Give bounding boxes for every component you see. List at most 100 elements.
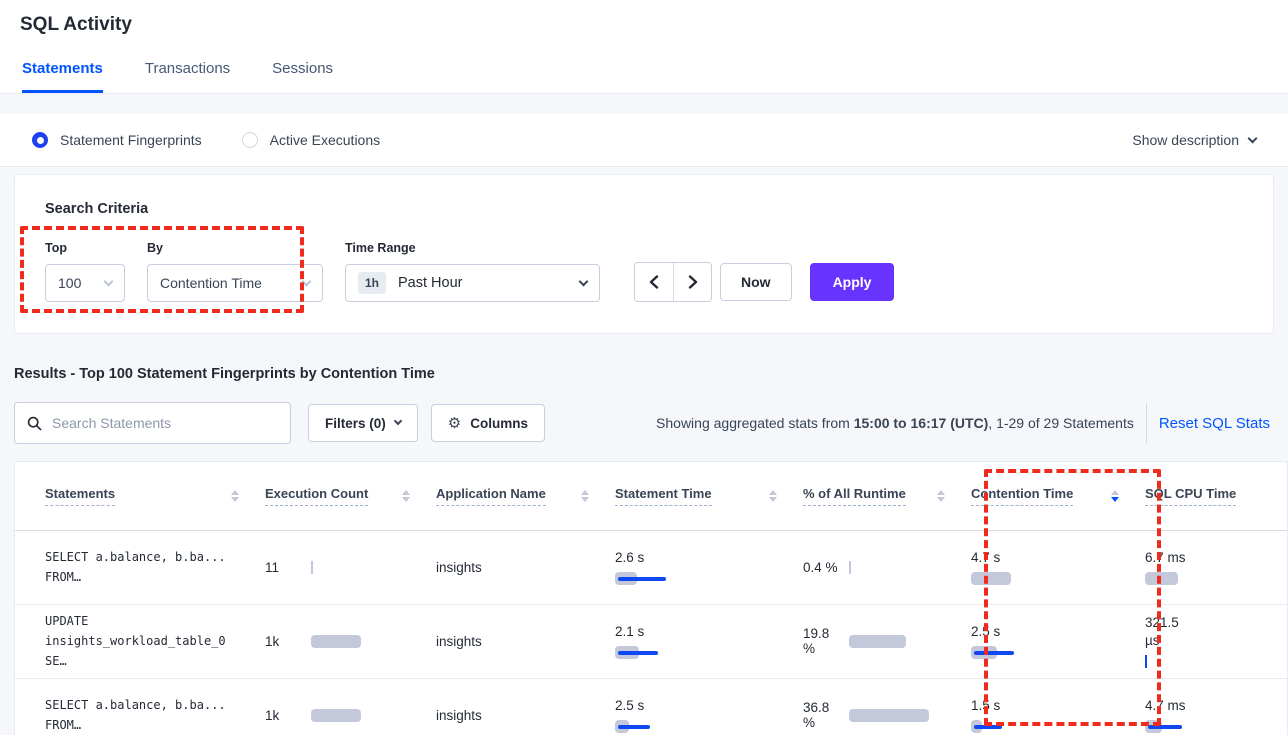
bar-tick (311, 561, 313, 574)
filters-button[interactable]: Filters (0) (308, 404, 418, 442)
sort-toggle-icon[interactable] (402, 490, 410, 502)
column-header: Statements (15, 462, 265, 530)
value-with-bar: 1k (265, 708, 416, 723)
sort-toggle-icon[interactable] (1111, 490, 1119, 502)
tab-bar: Statements Transactions Sessions (20, 60, 1268, 93)
by-select-value: Contention Time (160, 275, 262, 291)
cell-value: 36.8 % (803, 700, 845, 730)
bar-gray (311, 635, 361, 648)
top-select[interactable]: 100 (45, 264, 125, 302)
chevron-down-icon (302, 276, 312, 286)
contention-time-cell: 2.5 s (971, 604, 1145, 678)
cell-value: insights (436, 634, 482, 649)
column-header: SQL CPU Time (1145, 462, 1287, 530)
value-with-bar: 2.5 s (615, 697, 783, 733)
value-bar (311, 635, 416, 648)
by-select[interactable]: Contention Time (147, 264, 323, 302)
statement-time-cell: 2.6 s (615, 530, 803, 604)
bar-blue (1148, 725, 1182, 729)
tab-transactions[interactable]: Transactions (145, 60, 230, 93)
columns-button[interactable]: ⚙ Columns (431, 404, 545, 442)
table-header-row: StatementsExecution CountApplication Nam… (15, 462, 1287, 530)
column-header-label: Statement Time (615, 486, 712, 506)
prev-time-button[interactable] (635, 263, 673, 301)
value-bar (971, 720, 1125, 733)
radio-statement-fingerprints-label: Statement Fingerprints (60, 132, 202, 148)
cell-value: 4.7 ms (1145, 697, 1186, 715)
statements-table: StatementsExecution CountApplication Nam… (15, 462, 1287, 735)
sort-toggle-icon[interactable] (769, 490, 777, 502)
value-bar (1145, 720, 1267, 733)
pct-runtime-cell: 0.4 % (803, 530, 971, 604)
value-with-bar: 2.5 s (971, 623, 1125, 659)
show-description-toggle[interactable]: Show description (1132, 132, 1256, 148)
tab-sessions[interactable]: Sessions (272, 60, 333, 93)
statement-text-line[interactable]: SELECT a.balance, b.ba... (45, 695, 245, 715)
chevron-right-icon (687, 275, 699, 289)
now-button[interactable]: Now (720, 263, 792, 301)
apply-button[interactable]: Apply (810, 263, 895, 301)
column-header-label: Statements (45, 486, 115, 506)
radio-active-executions[interactable]: Active Executions (242, 132, 381, 148)
statement-text-line[interactable]: insights_workload_table_0 SE… (45, 631, 245, 671)
filters-button-label: Filters (0) (325, 416, 386, 431)
tab-statements[interactable]: Statements (22, 60, 103, 93)
cell-value: 2.5 s (971, 623, 1000, 641)
search-criteria-controls: Top 100 By Contention Time Time Range 1h… (45, 241, 1257, 302)
value-bar (615, 646, 783, 659)
value-with-bar: 1.5 s (971, 697, 1125, 733)
column-header: Statement Time (615, 462, 803, 530)
application-name-cell: insights (436, 678, 615, 735)
statement-text-line[interactable]: SELECT a.balance, b.ba... (45, 547, 245, 567)
table-row[interactable]: SELECT a.balance, b.ba...FROM… 1k insights… (15, 678, 1287, 735)
statement-cell: UPDATEinsights_workload_table_0 SE… (15, 604, 265, 678)
column-header-label: SQL CPU Time (1145, 486, 1236, 506)
bar-tick (849, 561, 851, 574)
radio-statement-fingerprints[interactable]: Statement Fingerprints (32, 132, 202, 148)
view-toggle-bar: Statement Fingerprints Active Executions… (0, 114, 1288, 167)
column-header-label: Contention Time (971, 486, 1073, 506)
statement-cell: SELECT a.balance, b.ba...FROM… (15, 530, 265, 604)
time-nav-group: Now Apply (634, 262, 894, 302)
sort-toggle-icon[interactable] (231, 490, 239, 502)
value-bar (615, 572, 783, 585)
radio-unselected-icon[interactable] (242, 132, 258, 148)
statement-text-line[interactable]: FROM… (45, 715, 245, 735)
statement-time-cell: 2.1 s (615, 604, 803, 678)
value-bar (849, 635, 951, 648)
time-range-value: Past Hour (398, 275, 568, 291)
chevron-down-icon (1248, 133, 1258, 143)
search-statements-box[interactable] (14, 402, 291, 444)
sql-cpu-time-cell: 321.5 µs (1145, 604, 1287, 678)
bar-blue (618, 577, 666, 581)
column-header: % of All Runtime (803, 462, 971, 530)
statement-text-line[interactable]: FROM… (45, 567, 245, 587)
sort-toggle-icon[interactable] (937, 490, 945, 502)
statement-text-line[interactable]: UPDATE (45, 611, 245, 631)
time-range-select[interactable]: 1h Past Hour (345, 264, 600, 302)
time-range-label: Time Range (345, 241, 600, 255)
cell-value: 2.6 s (615, 549, 644, 567)
sql-cpu-time-cell: 4.7 ms (1145, 678, 1287, 735)
table-body: SELECT a.balance, b.ba...FROM…11insights… (15, 530, 1287, 735)
column-header-label: % of All Runtime (803, 486, 906, 506)
search-criteria-card: Search Criteria Top 100 By Contention Ti… (14, 174, 1274, 334)
bar-gray (849, 709, 929, 722)
time-range-field: Time Range 1h Past Hour (345, 241, 600, 302)
reset-sql-stats-link[interactable]: Reset SQL Stats (1159, 415, 1274, 432)
sort-toggle-icon[interactable] (581, 490, 589, 502)
value-bar (1145, 655, 1267, 668)
cell-value: 1.5 s (971, 697, 1000, 715)
radio-selected-icon[interactable] (32, 132, 48, 148)
bar-blue (618, 651, 658, 655)
search-statements-input[interactable] (52, 415, 278, 431)
results-heading: Results - Top 100 Statement Fingerprints… (14, 366, 1288, 382)
table-row[interactable]: SELECT a.balance, b.ba...FROM…11insights… (15, 530, 1287, 604)
next-time-button[interactable] (673, 263, 711, 301)
column-header: Contention Time (971, 462, 1145, 530)
value-bar (971, 646, 1125, 659)
statement-time-cell: 2.5 s (615, 678, 803, 735)
table-row[interactable]: UPDATEinsights_workload_table_0 SE…1kins… (15, 604, 1287, 678)
value-bar (971, 572, 1125, 585)
cell-value: 2.5 s (615, 697, 644, 715)
